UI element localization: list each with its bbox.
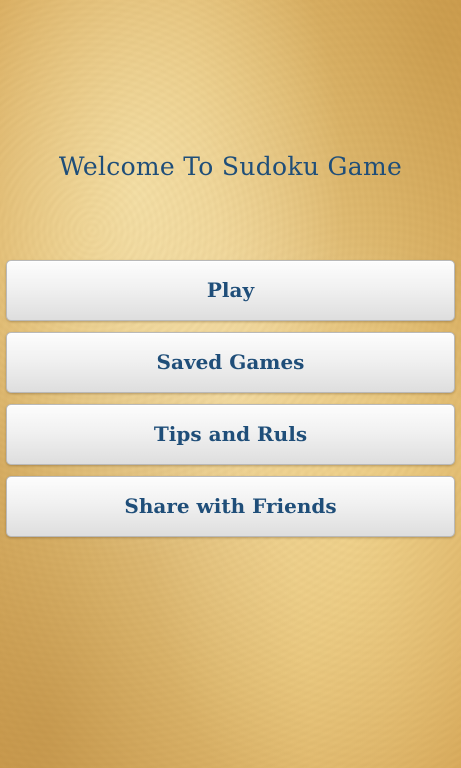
saved-games-button[interactable]: Saved Games: [6, 332, 455, 393]
play-button[interactable]: Play: [6, 260, 455, 321]
share-with-friends-button[interactable]: Share with Friends: [6, 476, 455, 537]
main-menu: Play Saved Games Tips and Ruls Share wit…: [6, 260, 455, 548]
page-title: Welcome To Sudoku Game: [58, 152, 403, 181]
tips-and-rules-button[interactable]: Tips and Ruls: [6, 404, 455, 465]
